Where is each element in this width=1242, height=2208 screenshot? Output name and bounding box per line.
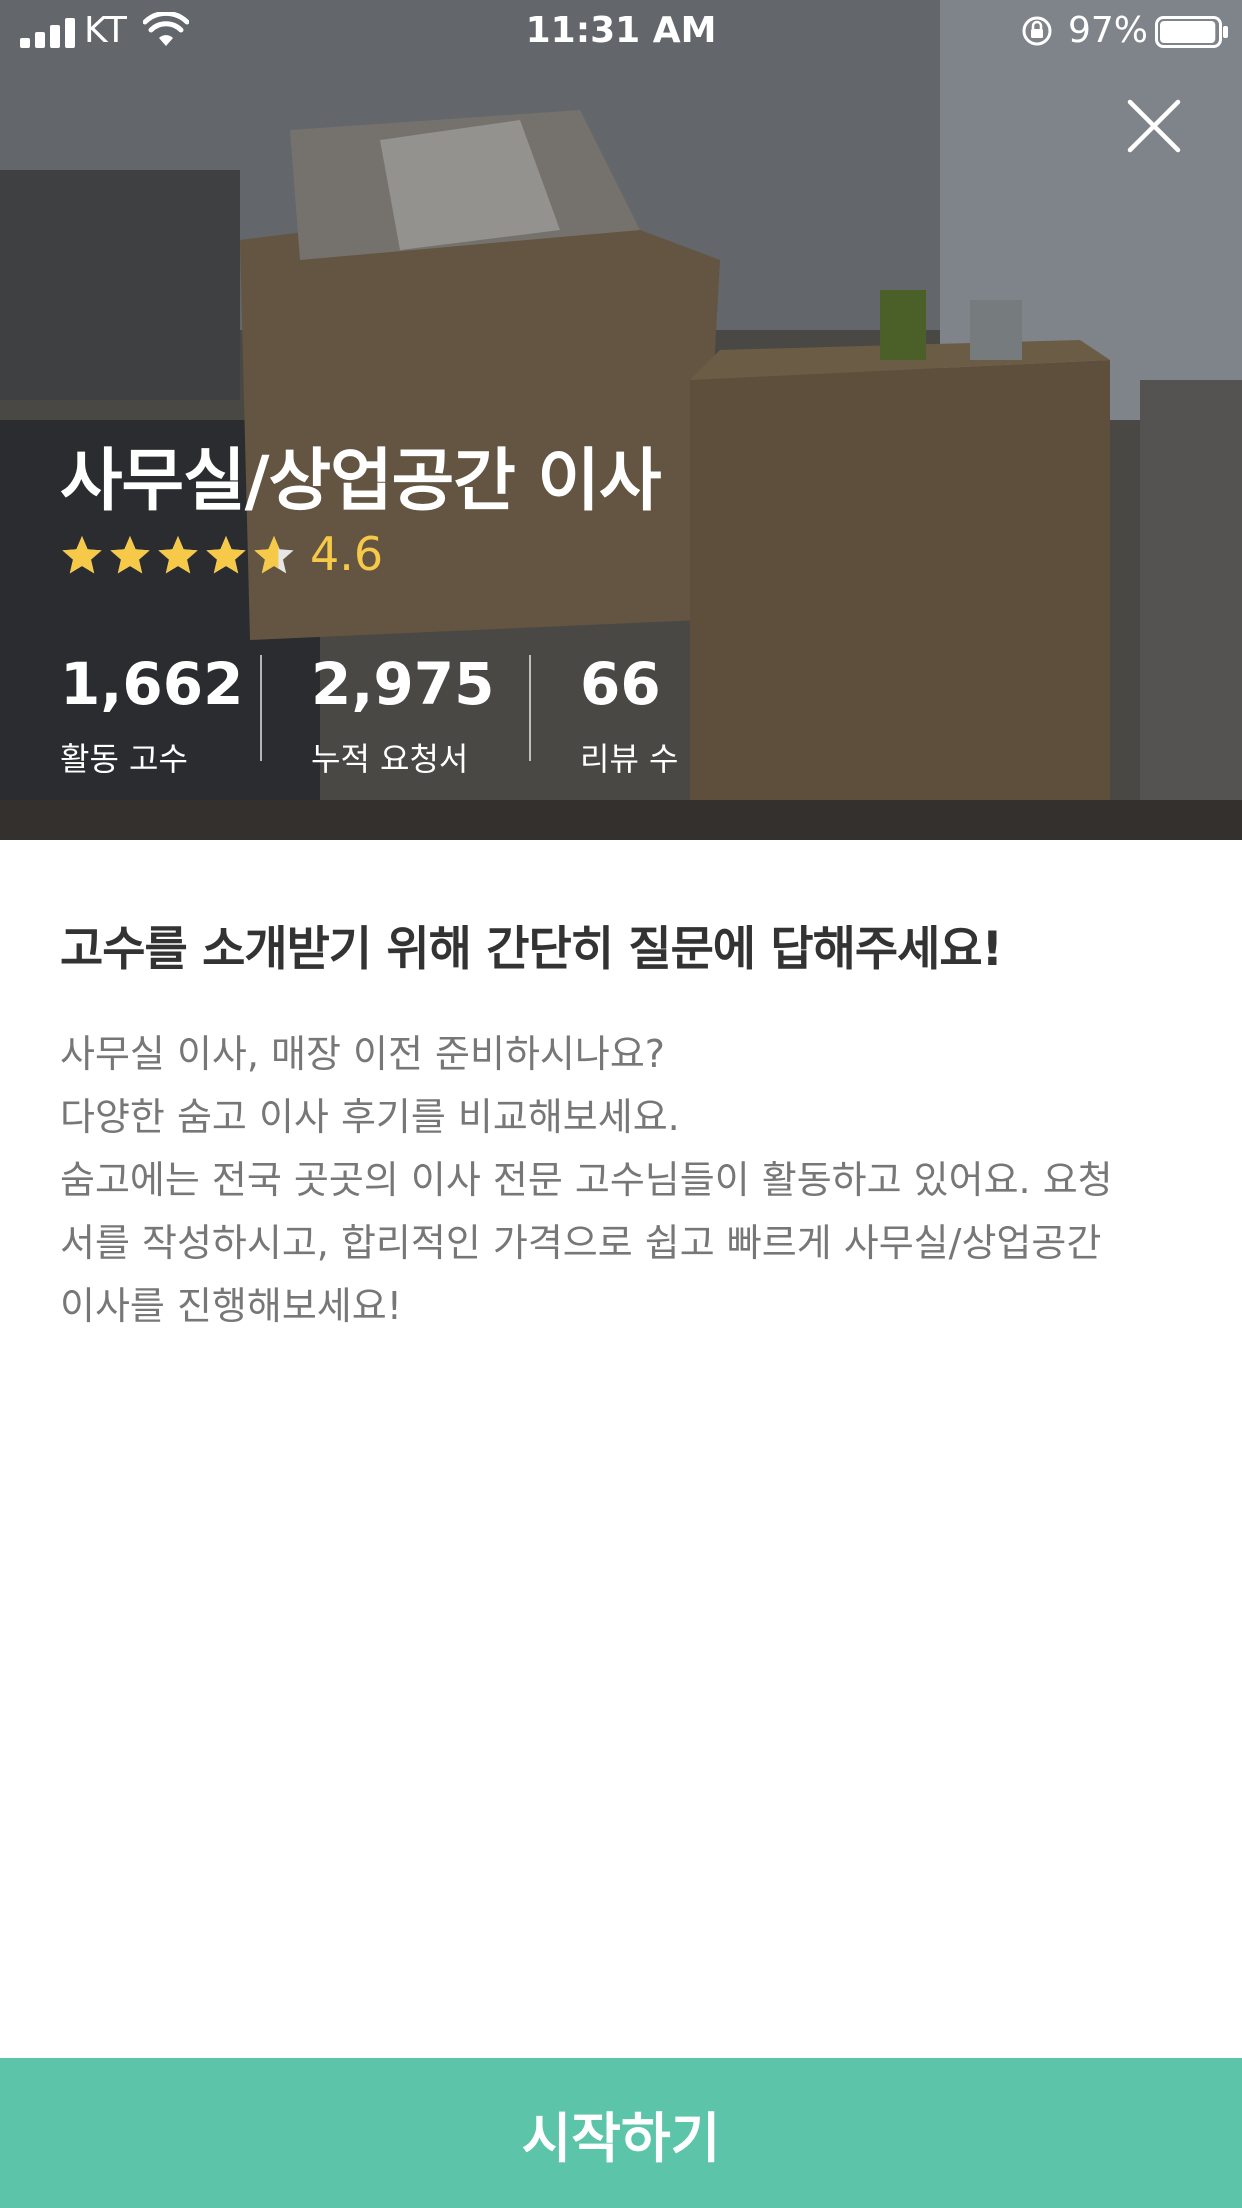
- star-icon: [158, 536, 198, 574]
- stat-divider: [529, 655, 531, 761]
- battery-percent: 97%: [1068, 10, 1149, 51]
- description-line: 숨고에는 전국 곳곳의 이사 전문 고수님들이 활동하고 있어요. 요청: [60, 1158, 1113, 1202]
- stat-requests-label: 누적 요청서: [311, 740, 469, 778]
- description-line: 다양한 숨고 이사 후기를 비교해보세요.: [60, 1095, 680, 1139]
- start-button[interactable]: 시작하기: [0, 2058, 1242, 2208]
- stat-divider: [260, 655, 262, 761]
- intro-description: 사무실 이사, 매장 이전 준비하시나요? 다양한 숨고 이사 후기를 비교해보…: [60, 1023, 1190, 1338]
- rating-stars: [60, 534, 296, 578]
- description-line: 사무실 이사, 매장 이전 준비하시나요?: [60, 1032, 665, 1076]
- status-bar: KT 11:31 AM 97%: [0, 0, 1242, 62]
- status-time: 11:31 AM: [525, 10, 717, 51]
- star-icon: [62, 536, 102, 574]
- star-icon: [254, 536, 294, 574]
- stat-reviews-label: 리뷰 수: [580, 740, 679, 778]
- star-icon: [206, 536, 246, 574]
- rating-value: 4.6: [310, 527, 384, 581]
- description-line: 이사를 진행해보세요!: [60, 1284, 402, 1328]
- intro-headline: 고수를 소개받기 위해 간단히 질문에 답해주세요!: [60, 922, 1003, 977]
- description-line: 서를 작성하시고, 합리적인 가격으로 쉽고 빠르게 사무실/상업공간: [60, 1221, 1102, 1265]
- star-icon: [110, 536, 150, 574]
- hero-banner: KT 11:31 AM 97% 사무실/상업공간 이사 4.6 1,662 활동…: [0, 0, 1242, 840]
- battery-icon: [1155, 16, 1228, 48]
- close-icon[interactable]: [1126, 98, 1182, 154]
- orientation-lock-icon: [1022, 16, 1052, 46]
- stat-reviews-value: 66: [580, 650, 661, 718]
- stat-active-pros-value: 1,662: [60, 650, 244, 718]
- stat-requests-value: 2,975: [311, 650, 495, 718]
- service-title: 사무실/상업공간 이사: [60, 442, 662, 521]
- stat-active-pros-label: 활동 고수: [60, 740, 188, 778]
